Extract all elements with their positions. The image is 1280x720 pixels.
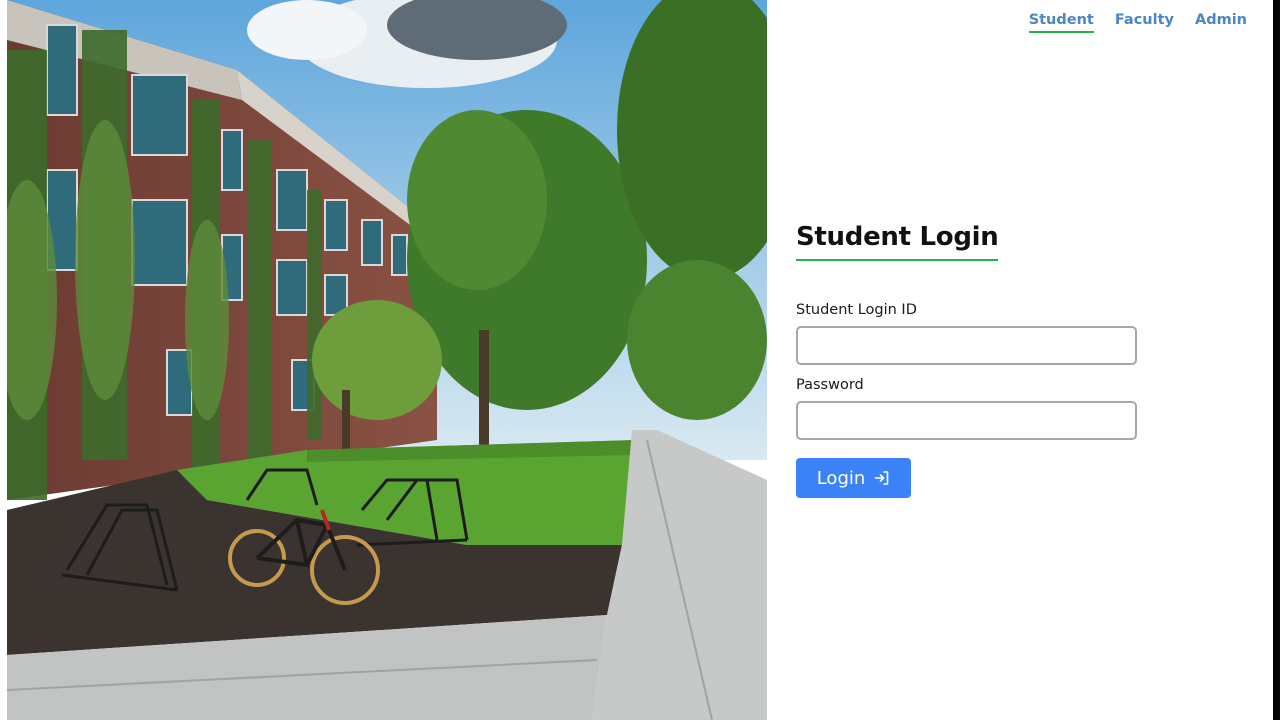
page-title: Student Login <box>796 222 999 261</box>
left-edge <box>0 0 7 720</box>
role-nav: Student Faculty Admin <box>1028 12 1247 33</box>
campus-hero-image <box>7 0 767 720</box>
login-panel: Student Faculty Admin Student Login Stud… <box>767 0 1273 720</box>
login-arrow-icon <box>874 470 890 486</box>
login-id-label: Student Login ID <box>796 302 917 318</box>
login-button-label: Login <box>816 467 866 489</box>
right-edge <box>1273 0 1280 720</box>
nav-admin[interactable]: Admin <box>1195 12 1247 33</box>
nav-student[interactable]: Student <box>1028 12 1094 33</box>
nav-faculty[interactable]: Faculty <box>1115 12 1174 33</box>
password-label: Password <box>796 377 864 393</box>
login-id-input[interactable] <box>796 326 1137 365</box>
login-button[interactable]: Login <box>796 458 911 498</box>
password-input[interactable] <box>796 401 1137 440</box>
